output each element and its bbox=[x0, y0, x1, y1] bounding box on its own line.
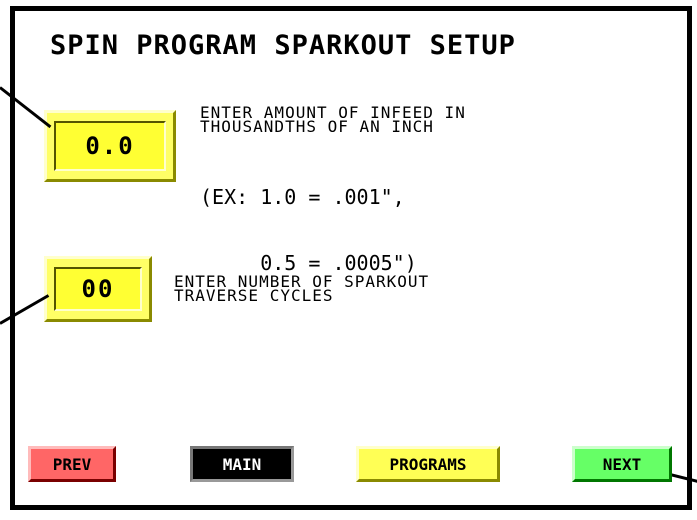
sparkout-cycles-description-line2: TRAVERSE CYCLES bbox=[174, 286, 334, 305]
prev-button[interactable]: PREV bbox=[28, 446, 116, 482]
infeed-amount-field[interactable]: 0.0 bbox=[44, 110, 176, 182]
next-button[interactable]: NEXT bbox=[572, 446, 672, 482]
sparkout-cycles-value[interactable]: 00 bbox=[54, 267, 142, 311]
infeed-example-line2: 0.5 = .0005") bbox=[200, 251, 417, 275]
infeed-amount-value[interactable]: 0.0 bbox=[54, 121, 166, 171]
main-button[interactable]: MAIN bbox=[190, 446, 294, 482]
infeed-description: ENTER AMOUNT OF INFEED IN THOUSANDTHS OF… bbox=[200, 105, 466, 136]
page-title: SPIN PROGRAM SPARKOUT SETUP bbox=[50, 30, 516, 61]
infeed-example-line1: (EX: 1.0 = .001", bbox=[200, 185, 405, 209]
sparkout-cycles-description: ENTER NUMBER OF SPARKOUT TRAVERSE CYCLES bbox=[174, 274, 429, 305]
infeed-description-line2: THOUSANDTHS OF AN INCH bbox=[200, 117, 434, 136]
sparkout-cycles-field[interactable]: 00 bbox=[44, 256, 152, 322]
hmi-screen: SPIN PROGRAM SPARKOUT SETUP 0.0 ENTER AM… bbox=[0, 0, 697, 520]
programs-button[interactable]: PROGRAMS bbox=[356, 446, 500, 482]
